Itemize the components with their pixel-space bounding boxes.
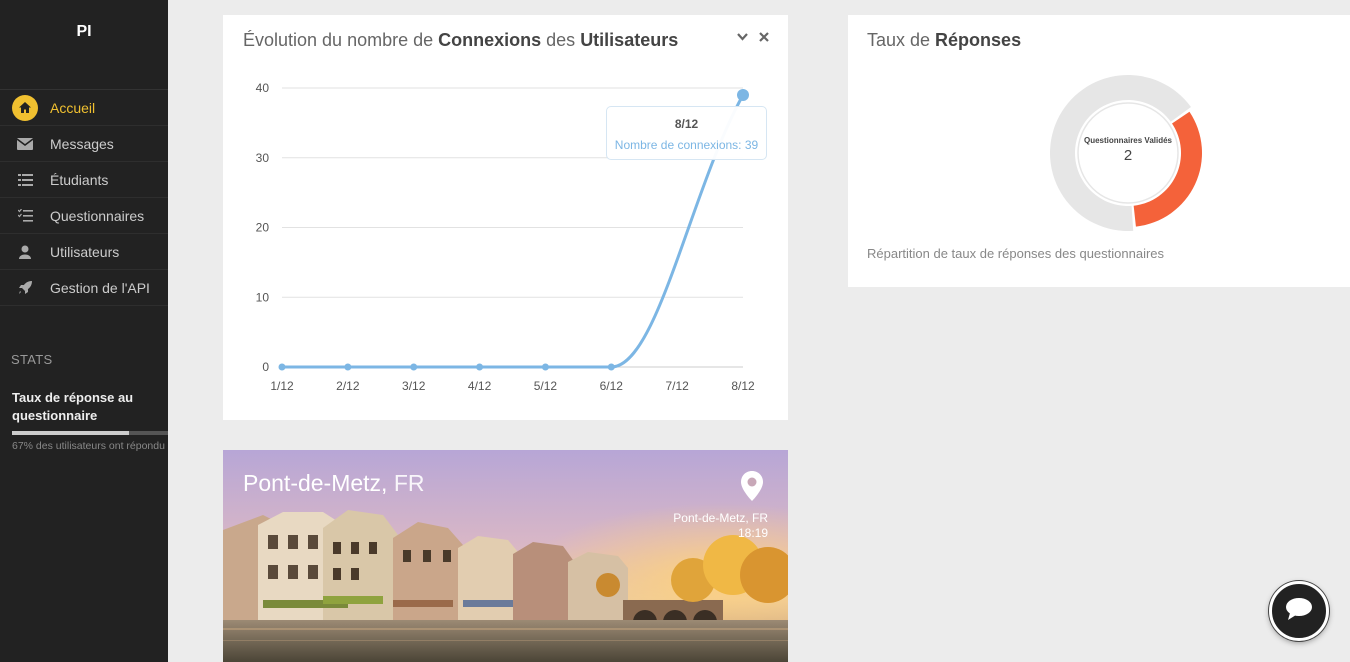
- title-text: Taux de: [867, 30, 936, 50]
- city-info-name: Pont-de-Metz, FR: [673, 511, 768, 525]
- x-tick-label: 6/12: [600, 379, 624, 393]
- data-point: [410, 363, 418, 371]
- sidebar-item-etudiants[interactable]: Étudiants: [0, 162, 168, 198]
- map-pin-icon: [740, 470, 764, 507]
- data-point: [344, 363, 352, 371]
- sidebar-item-api[interactable]: Gestion de l'API: [0, 270, 168, 306]
- sidebar-item-label: Utilisateurs: [50, 243, 120, 260]
- city-country: FR: [387, 470, 425, 496]
- y-tick-label: 0: [262, 360, 269, 374]
- y-tick-label: 30: [256, 151, 270, 165]
- city-title: Pont-de-Metz, FR: [243, 470, 425, 497]
- list-icon: [12, 167, 38, 193]
- sidebar-item-questionnaires[interactable]: Questionnaires: [0, 198, 168, 234]
- chart-tooltip: 8/12 Nombre de connexions: 39: [606, 106, 767, 160]
- connections-line-chart: 0 10 20 30 40 1/12 2/12 3/12 4/12 5/12 6/12 7/12 8/1…: [256, 81, 755, 393]
- home-icon: [12, 94, 38, 121]
- city-card: Pont-de-Metz, FR Pont-de-Metz, FR 18:19: [223, 450, 788, 662]
- city-name: Pont-de-Metz,: [243, 470, 388, 496]
- stat-description: 67% des utilisateurs ont répondu: [12, 440, 165, 452]
- chat-button[interactable]: [1269, 581, 1329, 641]
- x-tick-label: 5/12: [534, 379, 558, 393]
- donut-center-value: 2: [1123, 147, 1133, 164]
- responses-panel-title: Taux de Réponses: [867, 30, 1021, 51]
- user-icon: [12, 239, 38, 265]
- responses-donut-chart: Questionnaires Validés 2: [1050, 74, 1206, 231]
- sidebar-item-utilisateurs[interactable]: Utilisateurs: [0, 234, 168, 270]
- donut-center: Questionnaires Validés 2: [1050, 75, 1206, 231]
- sidebar-item-label: Gestion de l'API: [50, 279, 150, 296]
- x-tick-label: 2/12: [336, 379, 360, 393]
- x-tick-label: 1/12: [270, 379, 294, 393]
- stat-label: Taux de réponse au questionnaire: [12, 390, 134, 423]
- brand-logo[interactable]: PI: [0, 0, 168, 70]
- data-point: [541, 363, 549, 371]
- tooltip-title: 8/12: [674, 117, 699, 131]
- stat-progress-bar: [12, 431, 168, 435]
- brand-text[interactable]: PI: [76, 23, 91, 41]
- tooltip-value: Nombre de connexions: 39: [614, 138, 759, 152]
- stats-heading: STATS: [11, 352, 53, 367]
- chat-bubble-icon: [1285, 597, 1313, 626]
- connections-panel: Évolution du nombre de Connexions des Ut…: [223, 15, 788, 420]
- sidebar-item-label: Accueil: [50, 99, 96, 116]
- data-point: [737, 88, 749, 101]
- responses-description: Répartition de taux de réponses des ques…: [867, 246, 1165, 261]
- data-point: [476, 363, 484, 371]
- y-tick-label: 10: [256, 290, 270, 304]
- rocket-icon: [12, 275, 38, 301]
- title-bold: Réponses: [935, 30, 1022, 50]
- x-tick-label: 7/12: [665, 379, 689, 393]
- y-tick-label: 40: [256, 81, 270, 95]
- data-point: [278, 363, 286, 371]
- responses-panel: Taux de Réponses Questionnaires Validés …: [848, 15, 1350, 287]
- donut-center-label: Questionnaires Validés: [1083, 136, 1173, 145]
- envelope-icon: [12, 131, 38, 157]
- city-info-time: 18:19: [737, 526, 768, 540]
- x-tick-label: 3/12: [402, 379, 426, 393]
- sidebar: PI Accueil Messages Étudiants Questionna…: [0, 0, 168, 662]
- data-point: [607, 363, 615, 371]
- y-tick-label: 20: [256, 221, 270, 235]
- sidebar-item-label: Messages: [50, 135, 114, 152]
- x-tick-label: 4/12: [468, 379, 492, 393]
- stat-progress-fill: [12, 431, 129, 435]
- sidebar-item-accueil[interactable]: Accueil: [0, 90, 168, 126]
- sidebar-item-messages[interactable]: Messages: [0, 126, 168, 162]
- x-tick-label: 8/12: [731, 379, 755, 393]
- sidebar-nav: Accueil Messages Étudiants Questionnaire…: [0, 89, 168, 306]
- sidebar-item-label: Étudiants: [50, 171, 109, 188]
- checklist-icon: [12, 203, 38, 229]
- city-info: Pont-de-Metz, FR 18:19: [673, 511, 768, 541]
- sidebar-item-label: Questionnaires: [50, 207, 145, 224]
